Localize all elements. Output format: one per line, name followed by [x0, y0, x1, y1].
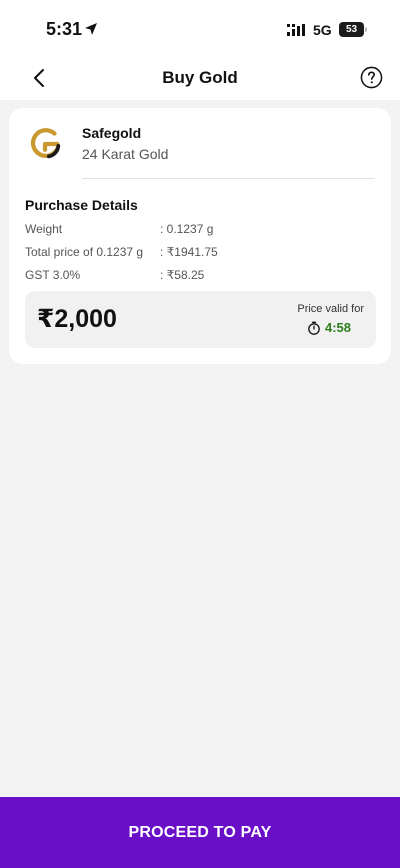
safegold-logo: [30, 128, 61, 159]
detail-value: : ₹1941.75: [160, 245, 218, 259]
buy-gold-screen: 5:31 5G 53 Buy Gold Safegold 24 Karat Go…: [0, 0, 400, 868]
timer-icon: [308, 321, 320, 335]
price-box: ₹2,000 Price valid for 4:58: [25, 291, 376, 348]
proceed-to-pay-button[interactable]: PROCEED TO PAY: [0, 797, 400, 868]
help-icon[interactable]: [360, 66, 383, 89]
detail-label: Total price of 0.1237 g: [25, 245, 144, 259]
total-amount: ₹2,000: [37, 305, 117, 333]
purchase-card: Safegold 24 Karat Gold Purchase Details …: [9, 108, 391, 364]
price-valid-label: Price valid for: [297, 303, 364, 315]
location-arrow-icon: [85, 23, 97, 35]
network-label: 5G: [313, 22, 332, 38]
battery-level: 53: [345, 24, 358, 35]
purchase-details-title: Purchase Details: [25, 197, 138, 213]
battery-indicator: 53: [339, 22, 364, 37]
detail-label: GST 3.0%: [25, 268, 81, 282]
detail-value: : ₹58.25: [160, 268, 205, 282]
status-time: 5:31: [46, 19, 83, 39]
status-bar: 5:31 5G 53: [0, 0, 400, 56]
vendor-name: Safegold: [82, 125, 142, 141]
divider: [82, 178, 375, 179]
back-chevron-icon[interactable]: [28, 66, 52, 90]
signal-icon: [287, 24, 305, 36]
page-title: Buy Gold: [162, 68, 238, 87]
proceed-label: PROCEED TO PAY: [128, 823, 272, 841]
detail-value: : 0.1237 g: [160, 222, 214, 236]
vendor-subtitle: 24 Karat Gold: [82, 146, 169, 162]
detail-label: Weight: [25, 222, 63, 236]
header: Buy Gold: [0, 56, 400, 100]
timer-value: 4:58: [325, 320, 352, 335]
battery-tip: [365, 27, 367, 32]
